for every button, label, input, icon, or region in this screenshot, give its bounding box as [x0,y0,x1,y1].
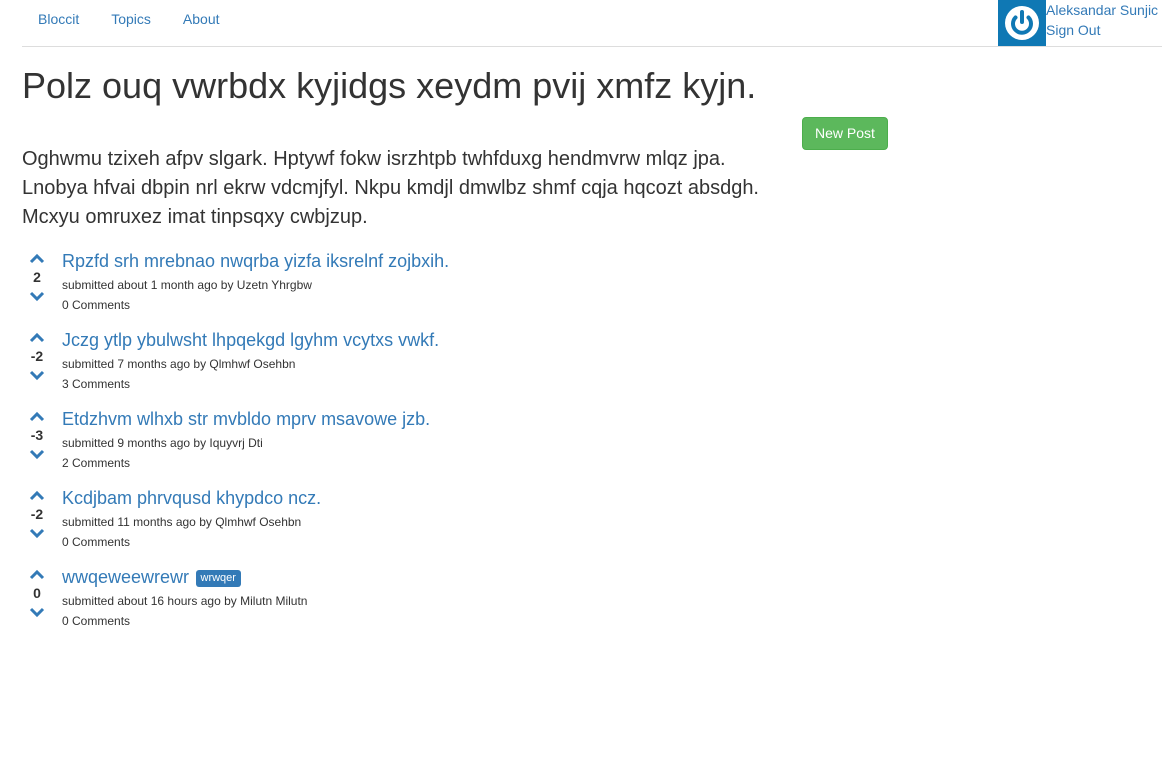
list-item: -2 Jczg ytlp ybulwsht lhpqekgd lgyhm vcy… [22,326,822,405]
post-meta: submitted about 1 month ago by Uzetn Yhr… [62,278,312,292]
post-body: Etdzhvm wlhxb str mvbldo mprv msavowe jz… [62,405,430,473]
post-title-link[interactable]: wwqeweewrewr [62,567,189,587]
post-body: Rpzfd srh mrebnao nwqrba yizfa iksrelnf … [62,247,449,315]
avatar[interactable] [998,0,1046,46]
power-icon [1005,6,1039,40]
chevron-up-icon[interactable] [29,409,45,425]
user-links: Aleksandar Sunjic Sign Out [1046,0,1158,46]
post-title-link[interactable]: Etdzhvm wlhxb str mvbldo mprv msavowe jz… [62,409,430,429]
list-item: 0 wwqeweewrewr wrwqer submitted about 16… [22,563,822,642]
chevron-up-icon[interactable] [29,488,45,504]
post-meta: submitted about 16 hours ago by Milutn M… [62,594,308,608]
list-item: -3 Etdzhvm wlhxb str mvbldo mprv msavowe… [22,405,822,484]
post-meta: submitted 9 months ago by Iquyvrj Dti [62,436,263,450]
sign-out-link[interactable]: Sign Out [1046,20,1158,40]
comment-count: 0 Comments [62,535,131,549]
user-box: Aleksandar Sunjic Sign Out [998,0,1158,46]
comment-count: 0 Comments [62,614,131,628]
chevron-down-icon[interactable] [29,605,45,621]
post-body: wwqeweewrewr wrwqer submitted about 16 h… [62,563,307,631]
post-list: 2 Rpzfd srh mrebnao nwqrba yizfa iksreln… [22,247,822,642]
vote-count: 0 [33,585,41,601]
chevron-down-icon[interactable] [29,368,45,384]
chevron-down-icon[interactable] [29,447,45,463]
post-label-badge[interactable]: wrwqer [195,570,241,587]
nav-topics-link[interactable]: Topics [95,0,167,46]
post-body: Jczg ytlp ybulwsht lhpqekgd lgyhm vcytxs… [62,326,439,394]
post-meta: submitted 7 months ago by Qlmhwf Osehbn [62,357,296,371]
vote-widget: 0 [22,567,52,621]
new-post-button[interactable]: New Post [802,117,888,150]
vote-count: -2 [30,506,44,522]
vote-count: -2 [30,348,44,364]
chevron-down-icon[interactable] [29,289,45,305]
nav-brand-link[interactable]: Bloccit [22,0,95,46]
list-item: 2 Rpzfd srh mrebnao nwqrba yizfa iksreln… [22,247,822,326]
list-item: -2 Kcdjbam phrvqusd khypdco ncz. submitt… [22,484,822,563]
vote-count: 2 [33,269,41,285]
comment-count: 3 Comments [62,377,131,391]
chevron-up-icon[interactable] [29,567,45,583]
post-title-link[interactable]: Rpzfd srh mrebnao nwqrba yizfa iksrelnf … [62,251,449,271]
chevron-down-icon[interactable] [29,526,45,542]
chevron-up-icon[interactable] [29,251,45,267]
vote-widget: -3 [22,409,52,463]
vote-widget: -2 [22,488,52,542]
nav-links: Bloccit Topics About [22,0,236,46]
post-title-link[interactable]: Kcdjbam phrvqusd khypdco ncz. [62,488,321,508]
topic-description: Oghwmu tzixeh afpv slgark. Hptywf fokw i… [22,148,759,228]
post-body: Kcdjbam phrvqusd khypdco ncz. submitted … [62,484,321,552]
vote-widget: 2 [22,251,52,305]
user-profile-link[interactable]: Aleksandar Sunjic [1046,0,1158,20]
comment-count: 2 Comments [62,456,131,470]
top-navbar: Bloccit Topics About Aleksandar Sunjic S… [22,0,1162,47]
nav-about-link[interactable]: About [167,0,236,46]
post-title-link[interactable]: Jczg ytlp ybulwsht lhpqekgd lgyhm vcytxs… [62,330,439,350]
page-title: Polz ouq vwrbdx kyjidgs xeydm pvij xmfz … [22,65,757,106]
chevron-up-icon[interactable] [29,330,45,346]
comment-count: 0 Comments [62,298,131,312]
vote-widget: -2 [22,330,52,384]
vote-count: -3 [30,427,44,443]
post-meta: submitted 11 months ago by Qlmhwf Osehbn [62,515,302,529]
